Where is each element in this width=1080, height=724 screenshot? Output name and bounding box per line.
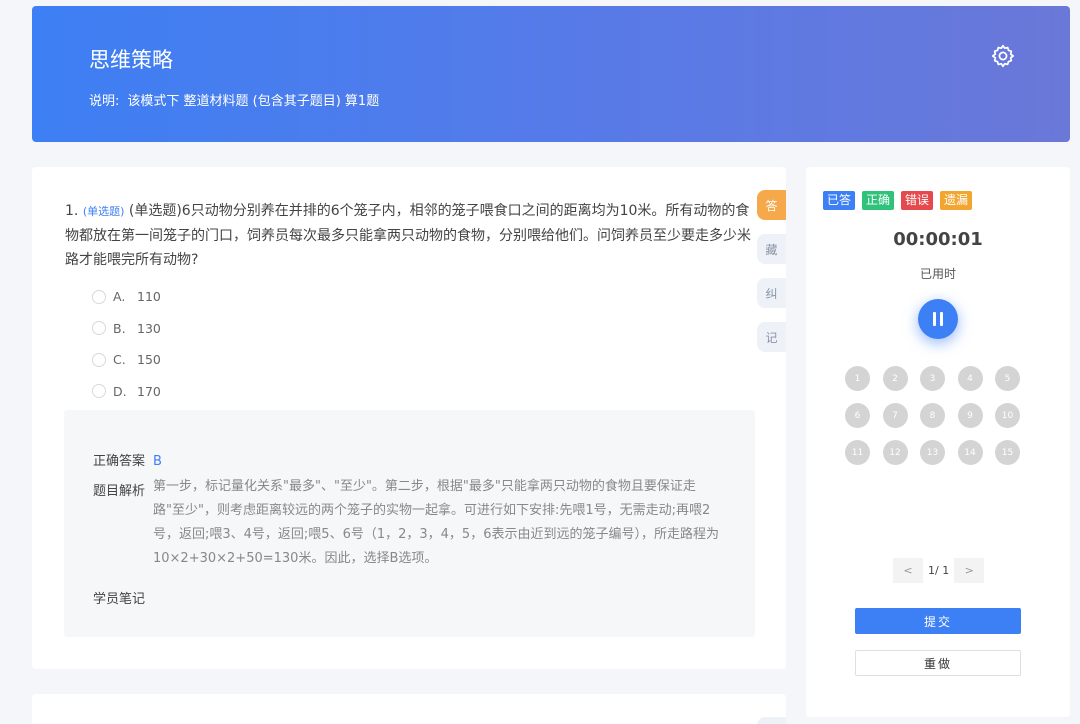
prev-page-button[interactable]: <: [893, 558, 923, 583]
question-number-grid: 1 2 3 4 5 6 7 8 9 10 11 12 13 14 15: [845, 366, 1020, 465]
option-letter: B.: [113, 320, 126, 336]
legend-answered: 已答: [823, 191, 856, 210]
question-number-button[interactable]: 5: [995, 366, 1020, 391]
question-text: (单选题)6只动物分别养在并排的6个笼子内，相邻的笼子喂食口之间的距离均为10米…: [65, 203, 751, 268]
mode-description: 说明: 该模式下 整道材料题 (包含其子题目) 算1题: [89, 90, 387, 109]
question-card: 1. (单选题) (单选题)6只动物分别养在并排的6个笼子内，相邻的笼子喂食口之…: [32, 167, 786, 669]
options-list: A. 110 B. 130 C. 150 D. 170: [92, 281, 161, 407]
question-number-button[interactable]: 13: [920, 440, 945, 465]
question-number-button[interactable]: 7: [882, 403, 908, 428]
page-info: 1/ 1: [928, 564, 950, 577]
radio-button[interactable]: [92, 321, 106, 336]
next-page-button[interactable]: >: [954, 558, 985, 583]
option-letter: A.: [113, 289, 126, 305]
description-text: 该模式下 整道材料题 (包含其子题目) 算1题: [127, 94, 380, 109]
pause-button[interactable]: [918, 299, 958, 339]
option-letter: D.: [113, 383, 127, 399]
answer-panel: 正确答案 B 题目解析 第一步，标记量化关系"最多"、"至少"。第二步，根据"最多…: [64, 410, 755, 637]
correct-answer: 正确答案 B: [93, 450, 162, 469]
radio-button[interactable]: [92, 352, 106, 367]
legend-missed: 遗漏: [940, 191, 973, 210]
question-type-tag: (单选题): [82, 205, 125, 218]
next-question-card: [32, 694, 786, 724]
gear-icon[interactable]: [990, 43, 1016, 69]
option-value: 150: [137, 352, 161, 368]
question-number-button[interactable]: 9: [957, 403, 983, 428]
question-number-button[interactable]: 1: [845, 366, 870, 391]
question-number-button[interactable]: 8: [920, 403, 945, 428]
page-header: 思维策略 说明: 该模式下 整道材料题 (包含其子题目) 算1题: [32, 6, 1070, 142]
question-number-button[interactable]: 4: [957, 366, 983, 391]
analysis: 题目解析 第一步，标记量化关系"最多"、"至少"。第二步，根据"最多"只能拿两只…: [93, 479, 723, 571]
side-tab-partial[interactable]: [757, 717, 786, 724]
status-legend: 已答 正确 错误 遗漏: [823, 191, 973, 210]
analysis-text: 第一步，标记量化关系"最多"、"至少"。第二步，根据"最多"只能拿两只动物的食物…: [153, 479, 719, 566]
tab-answer[interactable]: 答: [757, 190, 786, 220]
option-letter: C.: [113, 352, 126, 368]
question-number-button[interactable]: 12: [882, 440, 908, 465]
option-value: 170: [137, 383, 161, 399]
question-number: 1.: [65, 203, 79, 219]
question-number-button[interactable]: 11: [845, 440, 870, 465]
option-value: 130: [137, 320, 161, 336]
radio-button[interactable]: [92, 384, 106, 399]
question-number-button[interactable]: 15: [995, 440, 1020, 465]
pagination: < 1/ 1 >: [893, 558, 985, 583]
option-a[interactable]: A. 110: [92, 281, 161, 313]
option-value: 110: [137, 289, 161, 305]
legend-wrong: 错误: [901, 191, 934, 210]
correct-answer-value: B: [153, 454, 162, 469]
timer-value: 00:00:01: [893, 229, 983, 250]
question-number-button[interactable]: 6: [845, 403, 870, 428]
radio-button[interactable]: [92, 289, 106, 304]
pause-icon: [940, 312, 943, 326]
tab-note[interactable]: 记: [757, 322, 786, 352]
option-d[interactable]: D. 170: [92, 376, 161, 408]
question-number-button[interactable]: 10: [995, 403, 1020, 428]
student-notes-label: 学员笔记: [93, 592, 146, 607]
question-stem: 1. (单选题) (单选题)6只动物分别养在并排的6个笼子内，相邻的笼子喂食口之…: [65, 199, 755, 272]
submit-button[interactable]: 提交: [855, 608, 1021, 634]
timer-label: 已用时: [919, 267, 956, 281]
page-title: 思维策略: [89, 48, 173, 72]
analysis-label: 题目解析: [93, 484, 146, 499]
option-c[interactable]: C. 150: [92, 344, 161, 376]
answer-sheet-panel: 已答 正确 错误 遗漏 00:00:01 已用时 1 2 3 4 5 6 7 8 9 10 11 12…: [806, 167, 1070, 717]
tab-favorite[interactable]: 藏: [757, 234, 786, 264]
side-tabs: 答 藏 纠 记: [757, 190, 786, 366]
question-number-button[interactable]: 2: [882, 366, 908, 391]
question-number-button[interactable]: 3: [920, 366, 945, 391]
option-b[interactable]: B. 130: [92, 313, 161, 345]
tab-correction[interactable]: 纠: [757, 278, 786, 308]
pause-icon: [933, 312, 936, 326]
description-label: 说明:: [89, 94, 120, 109]
correct-answer-label: 正确答案: [93, 454, 146, 469]
redo-button[interactable]: 重做: [855, 650, 1021, 676]
legend-correct: 正确: [862, 191, 895, 210]
question-number-button[interactable]: 14: [957, 440, 983, 465]
